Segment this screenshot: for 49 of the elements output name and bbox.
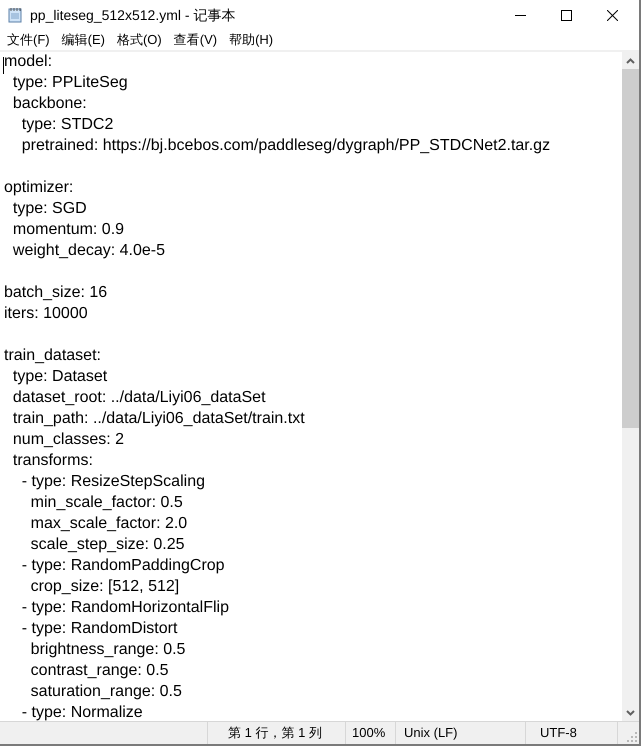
text-line: contrast_range: 0.5: [30, 661, 170, 681]
text-line: train_path: ../data/Liyi06_dataSet/train.txt: [12, 409, 306, 429]
status-text: UTF-8: [526, 722, 618, 744]
text-line: optimizer:: [4, 178, 74, 198]
text-line: - type: ResizeStepScaling: [20, 472, 206, 492]
status-text: 100%: [346, 722, 396, 744]
text-line: type: PPLiteSeg: [12, 73, 129, 93]
scrollbar-thumb[interactable]: [622, 69, 639, 428]
text-line: model:: [4, 52, 54, 72]
vertical-scrollbar[interactable]: [622, 52, 639, 721]
status-text: Unix (LF): [396, 722, 526, 744]
menu-item[interactable]: 格式(O): [110, 30, 168, 50]
text-line: - type: Normalize: [20, 703, 144, 721]
text-line: type: Dataset: [12, 367, 108, 387]
text-line: crop_size: [512, 512]: [30, 577, 180, 597]
text-line: type: SGD: [12, 199, 88, 219]
menu-item[interactable]: 帮助(H): [223, 30, 280, 50]
status-text: 第 1 行，第 1 列: [208, 722, 346, 744]
text-line: batch_size: 16: [4, 283, 108, 303]
text-line: - type: RandomPaddingCrop: [20, 556, 226, 576]
text-line: brightness_range: 0.5: [30, 640, 186, 660]
menu-item[interactable]: 文件(F): [1, 30, 56, 50]
minimize-icon: [514, 14, 526, 16]
text-line: momentum: 0.9: [12, 220, 126, 240]
text-line: - type: RandomDistort: [20, 619, 178, 639]
menu-item[interactable]: 查看(V): [168, 30, 224, 50]
text-line: train_dataset:: [4, 346, 102, 366]
scroll-down-icon[interactable]: [626, 710, 635, 716]
text-line: - type: RandomHorizontalFlip: [20, 598, 230, 618]
text-line: min_scale_factor: 0.5: [30, 493, 184, 513]
scroll-up-icon[interactable]: [626, 58, 635, 64]
text-line: iters: 10000: [4, 304, 89, 324]
maximize-icon: [560, 10, 572, 20]
text-line: dataset_root: ../data/Liyi06_dataSet: [12, 388, 267, 408]
text-line: saturation_range: 0.5: [30, 682, 183, 702]
text-line: backbone:: [12, 94, 88, 114]
window-title: pp_liteseg_512x512.yml - 记事本: [30, 6, 236, 25]
menu-item[interactable]: 编辑(E): [56, 30, 111, 50]
resize-grip-icon[interactable]: [627, 732, 637, 742]
text-line: max_scale_factor: 2.0: [30, 514, 188, 534]
text-line: transforms:: [12, 451, 94, 471]
notepad-icon: [8, 7, 22, 23]
text-line: weight_decay: 4.0e-5: [12, 241, 166, 261]
close-icon: [606, 10, 618, 20]
text-line: scale_step_size: 0.25: [30, 535, 186, 555]
text-line: pretrained: https://bj.bcebos.com/paddleseg/dygraph/PP_STDCNet2.tar.gz: [20, 136, 552, 156]
text-cursor: [3, 57, 4, 74]
text-line: type: STDC2: [20, 115, 114, 135]
text-line: num_classes: 2: [12, 430, 126, 450]
